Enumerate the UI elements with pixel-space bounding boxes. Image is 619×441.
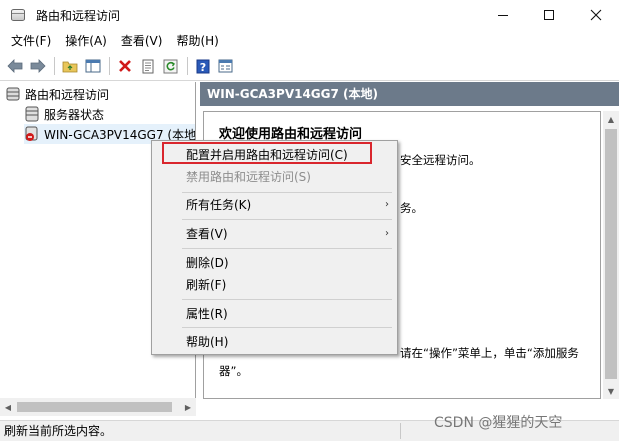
help-icon: ? (196, 59, 209, 74)
menu-item-label: 查看(V) (186, 227, 228, 241)
menu-bar: 文件(F) 操作(A) 查看(V) 帮助(H) (0, 30, 619, 52)
svg-text:?: ? (199, 61, 205, 74)
back-button[interactable] (4, 56, 25, 77)
scrollbar-thumb[interactable] (605, 129, 617, 379)
scroll-down-icon[interactable]: ▼ (603, 383, 619, 399)
toolbar: ? (0, 52, 619, 81)
menu-item-label: 所有任务(K) (186, 198, 252, 212)
menu-separator (182, 219, 392, 220)
properties-icon (142, 59, 153, 73)
forward-button[interactable] (27, 56, 48, 77)
delete-button[interactable] (114, 56, 135, 77)
welcome-text: 务。 (400, 201, 423, 215)
scrollbar-thumb[interactable] (17, 402, 172, 412)
context-menu: 配置并启用路由和远程访问(C) 禁用路由和远程访问(S) 所有任务(K) › 查… (151, 140, 398, 355)
scroll-up-icon[interactable]: ▲ (603, 111, 619, 127)
watermark: CSDN @猩猩的天空 (434, 415, 563, 431)
show-hide-tree-button[interactable] (82, 56, 103, 77)
welcome-text: 安全远程访问。 (400, 153, 481, 167)
tree-item-label: 路由和远程访问 (25, 87, 110, 102)
server-icon (5, 86, 21, 102)
refresh-icon (163, 59, 178, 73)
tree-item-server-status[interactable]: 服务器状态 (24, 104, 104, 124)
tree-item-label: 服务器状态 (44, 107, 105, 122)
delete-icon (118, 60, 131, 72)
menu-item-properties[interactable]: 属性(R) (152, 303, 397, 325)
annotation-highlight-box (162, 142, 372, 164)
menu-separator (182, 299, 392, 300)
details-vertical-scrollbar[interactable]: ▲ ▼ (603, 111, 619, 399)
welcome-text: 请在“操作”菜单上，单击“添加服务 (400, 346, 579, 360)
properties-button[interactable] (137, 56, 158, 77)
server-status-icon (24, 106, 40, 122)
toolbar-separator (109, 57, 110, 75)
export-list-icon (218, 59, 233, 73)
scroll-right-icon[interactable]: ▶ (180, 398, 196, 416)
app-icon (10, 7, 26, 23)
server-error-icon (24, 126, 40, 142)
show-tree-icon (85, 59, 100, 73)
menu-view[interactable]: 查看(V) (114, 30, 170, 52)
tree-horizontal-scrollbar[interactable]: ◀ ▶ (0, 398, 196, 416)
menu-item-help[interactable]: 帮助(H) (152, 331, 397, 353)
submenu-arrow-icon: › (385, 199, 389, 210)
close-button[interactable] (573, 0, 619, 30)
menu-item-delete[interactable]: 删除(D) (152, 252, 397, 274)
close-icon (590, 9, 602, 21)
menu-item-disable: 禁用路由和远程访问(S) (186, 170, 311, 184)
minimize-icon (498, 14, 508, 16)
menu-item-all-tasks[interactable]: 所有任务(K) › (152, 194, 397, 216)
export-list-button[interactable] (215, 56, 236, 77)
menu-help[interactable]: 帮助(H) (169, 30, 225, 52)
tree-item-root[interactable]: 路由和远程访问 (5, 84, 109, 104)
submenu-arrow-icon: › (385, 228, 389, 239)
up-level-button[interactable] (59, 56, 80, 77)
toolbar-separator (187, 57, 188, 75)
window-title: 路由和远程访问 (36, 8, 121, 23)
status-divider (400, 423, 401, 439)
menu-separator (182, 192, 392, 193)
menu-separator (182, 327, 392, 328)
toolbar-separator (54, 57, 55, 75)
menu-separator (182, 248, 392, 249)
forward-arrow-icon (30, 59, 46, 73)
details-header: WIN-GCA3PV14GG7 (本地) (200, 82, 619, 106)
minimize-button[interactable] (480, 0, 526, 30)
menu-file[interactable]: 文件(F) (4, 30, 58, 52)
welcome-text: 器”。 (219, 364, 248, 378)
menu-item-refresh[interactable]: 刷新(F) (152, 274, 397, 296)
scroll-left-icon[interactable]: ◀ (0, 398, 16, 416)
up-folder-icon (62, 61, 77, 73)
maximize-icon (544, 10, 554, 20)
refresh-button[interactable] (160, 56, 181, 77)
menu-item-view[interactable]: 查看(V) › (152, 223, 397, 245)
menu-action[interactable]: 操作(A) (58, 30, 114, 52)
maximize-button[interactable] (526, 0, 572, 30)
back-arrow-icon (6, 59, 22, 73)
help-button[interactable]: ? (192, 56, 213, 77)
status-text: 刷新当前所选内容。 (4, 424, 113, 438)
